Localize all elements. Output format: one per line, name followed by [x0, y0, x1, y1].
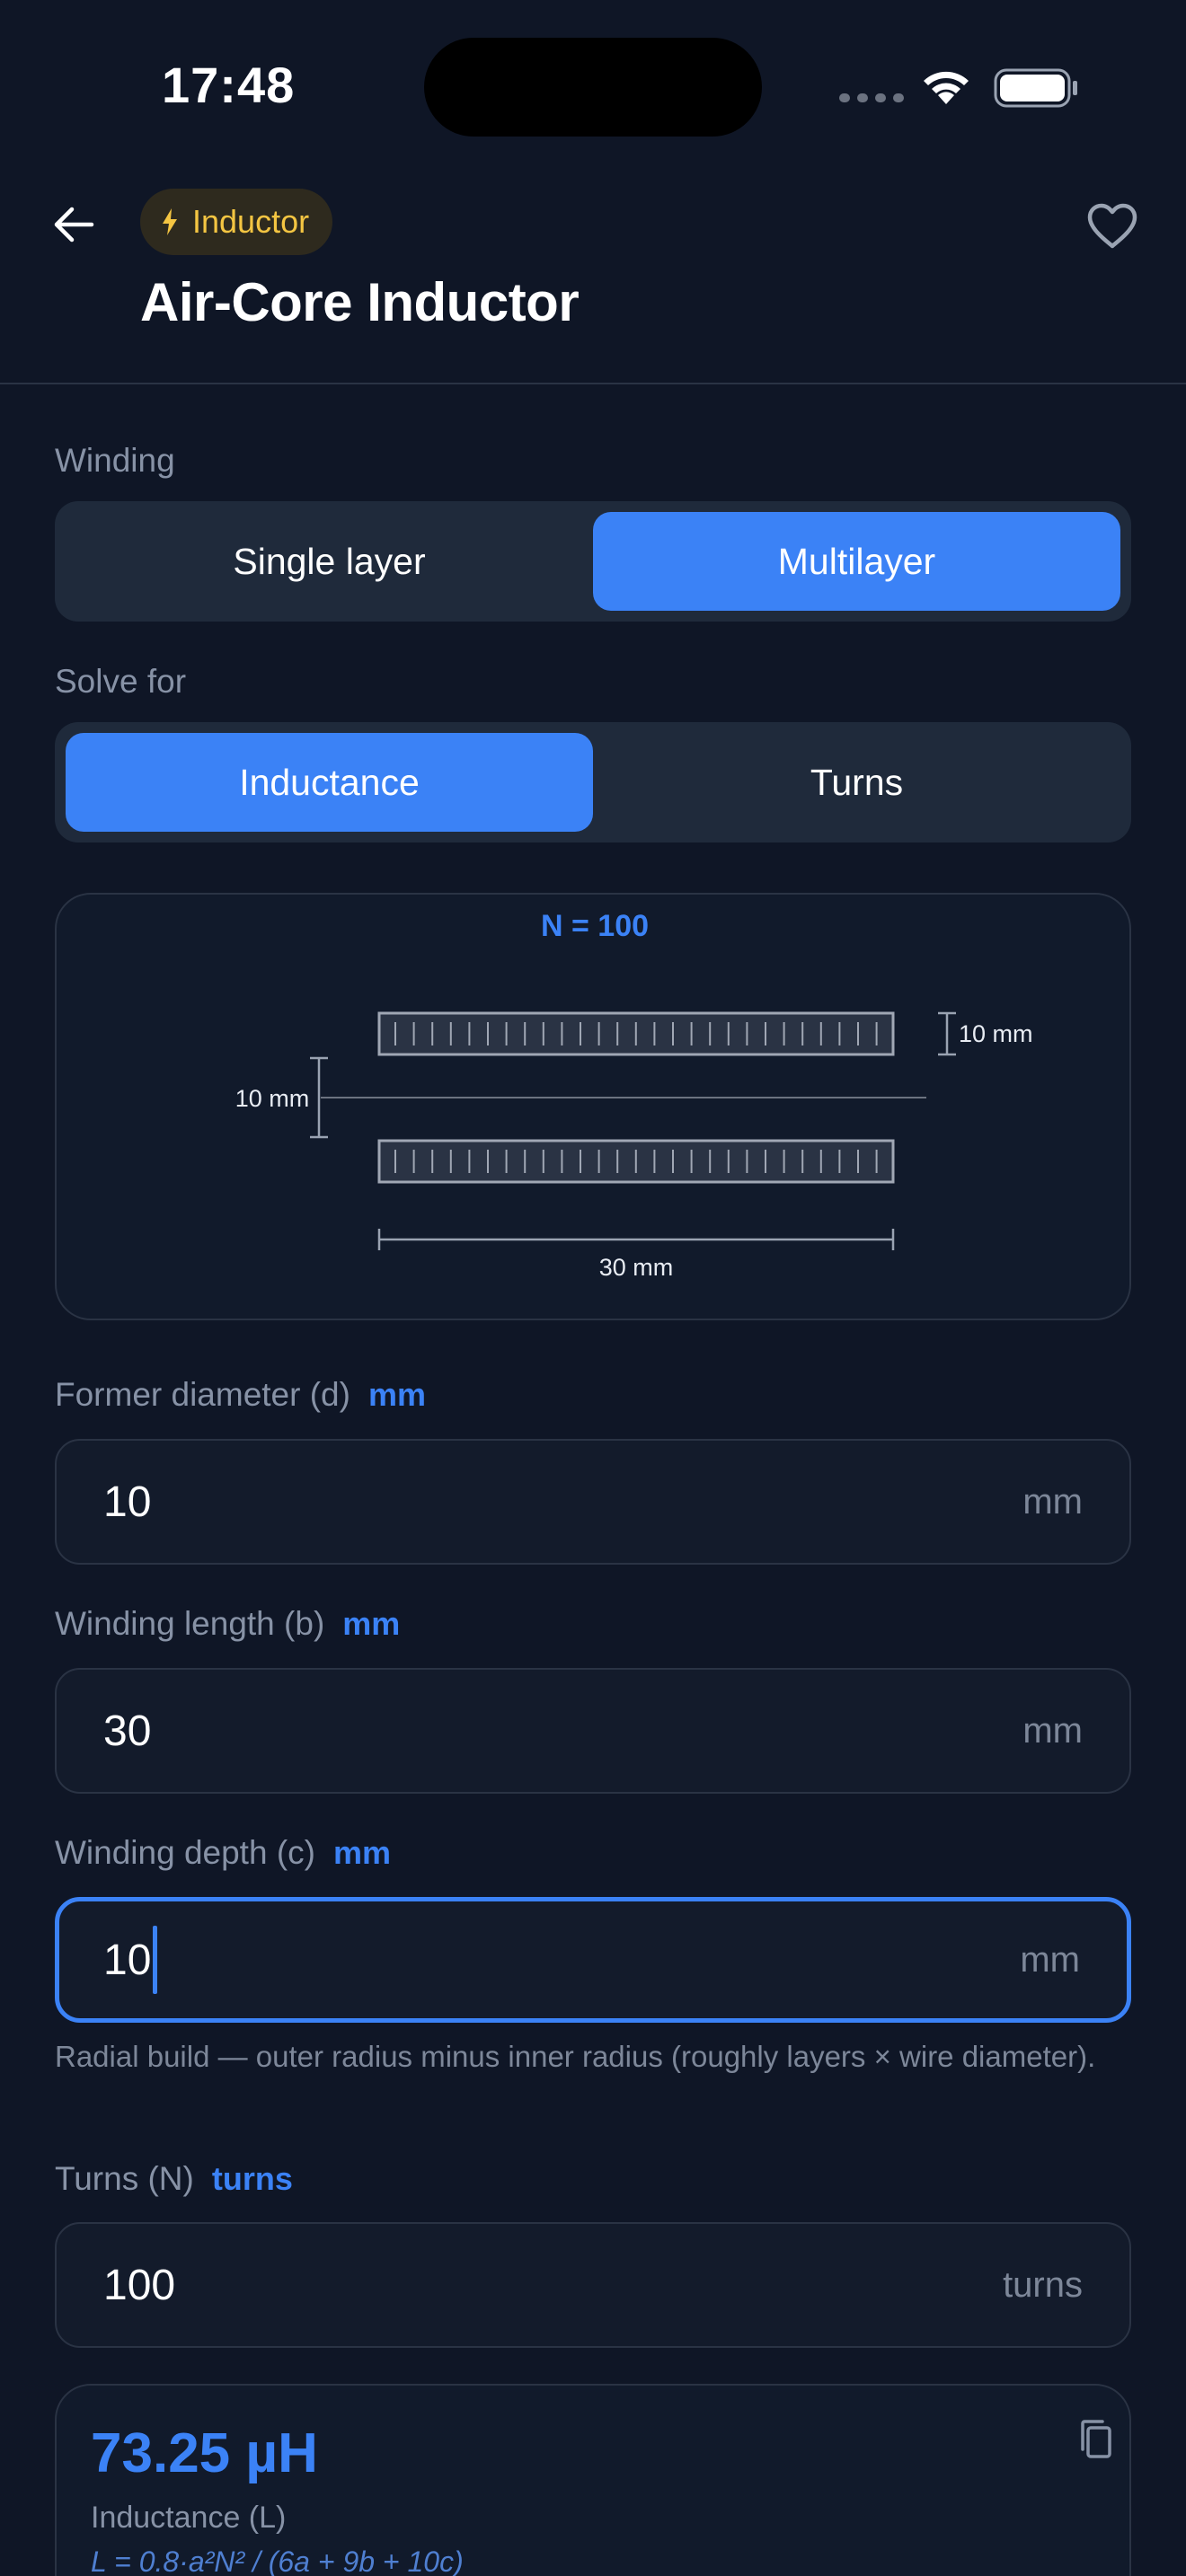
depth-dimension	[938, 1011, 956, 1056]
status-time: 17:48	[162, 57, 296, 113]
winding-segmented-control: Single layer Multilayer	[55, 501, 1131, 622]
diagram-diameter-label: 10 mm	[235, 1085, 310, 1112]
diagram-depth-label: 10 mm	[959, 1020, 1033, 1047]
diameter-input-suffix: mm	[1022, 1481, 1083, 1522]
copy-icon	[1081, 2420, 1111, 2458]
solve-option-inductance[interactable]: Inductance	[66, 733, 593, 832]
battery-icon	[994, 68, 1077, 108]
length-unit-tag: mm	[342, 1605, 401, 1642]
category-badge-label: Inductor	[192, 203, 310, 240]
page-title: Air-Core Inductor	[140, 272, 580, 332]
back-button[interactable]	[47, 198, 101, 251]
status-bar: 17:48	[0, 0, 1186, 171]
depth-input-suffix: mm	[1020, 1939, 1080, 1980]
turns-unit-tag: turns	[211, 2160, 293, 2197]
length-input-suffix: mm	[1022, 1710, 1083, 1751]
coil-diagram-drawing: N = 100 10 mm 10 mm 30 mm	[235, 909, 1033, 1281]
depth-label-text: Winding depth (c)	[55, 1834, 315, 1871]
result-formula: L = 0.8·a²N² / (6a + 9b + 10c)	[91, 2545, 464, 2576]
winding-label: Winding	[55, 442, 175, 479]
depth-input-value: 10	[103, 1936, 152, 1984]
diameter-label-text: Former diameter (d)	[55, 1376, 350, 1413]
copy-button[interactable]	[1070, 2414, 1120, 2465]
favorite-button[interactable]	[1084, 198, 1141, 255]
length-field-label: Winding length (b) mm	[55, 1605, 400, 1643]
result-value: 73.25 µH	[91, 2422, 318, 2484]
result-label: Inductance (L)	[91, 2501, 287, 2535]
diameter-input[interactable]: 10 mm	[55, 1439, 1131, 1565]
diagram-length-label: 30 mm	[599, 1254, 674, 1281]
length-input-value: 30	[103, 1707, 152, 1755]
solve-for-label: Solve for	[55, 663, 187, 700]
turns-label-text: Turns (N)	[55, 2160, 194, 2197]
header: Inductor Air-Core Inductor	[0, 171, 1186, 384]
depth-input[interactable]: 10 mm	[55, 1897, 1131, 2023]
depth-help-text: Radial build — outer radius minus inner …	[55, 2040, 1096, 2073]
depth-input-value-wrap: 10	[103, 1901, 158, 2018]
wifi-icon	[924, 71, 969, 104]
diameter-unit-tag: mm	[367, 1376, 426, 1413]
arrow-left-icon	[54, 207, 94, 243]
result-card: 73.25 µH Inductance (L) L = 0.8·a²N² / (…	[55, 2384, 1131, 2576]
turns-input-suffix: turns	[1003, 2264, 1083, 2305]
coil-diagram: N = 100 10 mm 10 mm 30 mm	[55, 893, 1131, 1320]
winding-option-multilayer[interactable]: Multilayer	[593, 512, 1120, 611]
winding-option-single-layer[interactable]: Single layer	[66, 512, 593, 611]
length-label-text: Winding length (b)	[55, 1605, 325, 1642]
length-input[interactable]: 30 mm	[55, 1668, 1131, 1794]
category-badge: Inductor	[140, 189, 333, 255]
diagram-turns-label: N = 100	[541, 909, 649, 943]
diameter-field-label: Former diameter (d) mm	[55, 1376, 426, 1414]
solve-option-turns[interactable]: Turns	[593, 733, 1120, 832]
solve-for-segmented-control: Inductance Turns	[55, 722, 1131, 842]
turns-field-label: Turns (N) turns	[55, 2160, 293, 2198]
diameter-input-value: 10	[103, 1478, 152, 1526]
turns-input-value: 100	[103, 2261, 176, 2309]
text-caret	[153, 1926, 158, 1994]
heart-icon	[1087, 203, 1137, 249]
depth-unit-tag: mm	[332, 1834, 391, 1871]
turns-input[interactable]: 100 turns	[55, 2222, 1131, 2348]
cellular-signal-icon	[839, 93, 904, 102]
depth-field-label: Winding depth (c) mm	[55, 1834, 391, 1872]
lightning-icon	[163, 208, 177, 235]
dynamic-island	[424, 38, 762, 137]
length-dimension	[377, 1229, 895, 1250]
